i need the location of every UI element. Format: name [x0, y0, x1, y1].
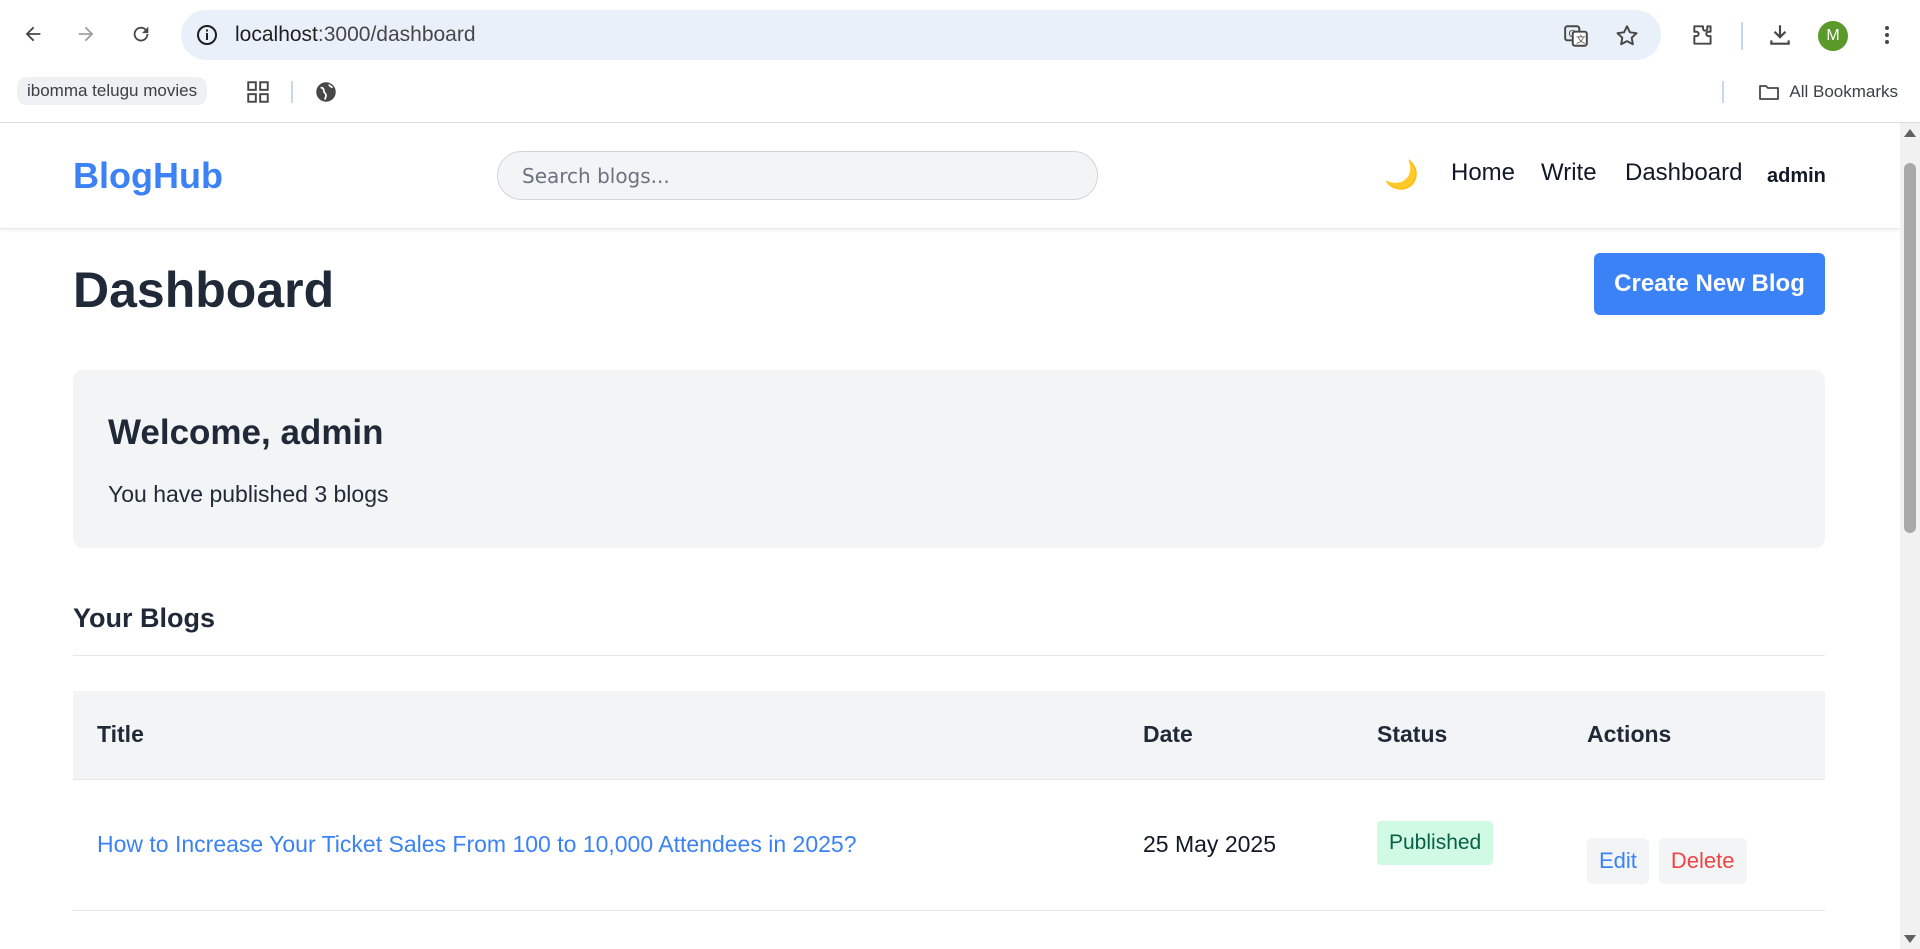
- back-button[interactable]: [15, 16, 51, 52]
- address-bar[interactable]: localhost:3000/dashboard G文: [181, 10, 1661, 60]
- column-header-date: Date: [1119, 691, 1353, 780]
- reload-button[interactable]: [123, 16, 159, 52]
- app-logo[interactable]: BlogHub: [73, 155, 223, 197]
- app-header: BlogHub 🌙 Home Write Dashboard admin: [0, 123, 1900, 229]
- url-path: :3000/dashboard: [317, 23, 476, 46]
- url-host: localhost: [235, 23, 318, 46]
- all-bookmarks[interactable]: All Bookmarks: [1757, 79, 1898, 105]
- bookmarks-bar: ibomma telugu movies All Bookmarks: [0, 71, 1920, 123]
- bookmark-ibomma[interactable]: ibomma telugu movies: [17, 77, 208, 105]
- scrollbar-thumb[interactable]: [1904, 163, 1916, 533]
- bookmark-star-icon[interactable]: [1614, 23, 1640, 49]
- chrome-menu-button[interactable]: [1872, 20, 1902, 50]
- download-icon: [1770, 25, 1790, 45]
- profile-avatar[interactable]: M: [1818, 21, 1848, 51]
- nav-dashboard[interactable]: Dashboard: [1625, 159, 1742, 187]
- column-header-actions: Actions: [1563, 691, 1825, 780]
- nav-home[interactable]: Home: [1451, 159, 1515, 187]
- blogs-table: Title Date Status Actions How to Increas…: [73, 691, 1825, 911]
- blog-title-cell: How to Increase Your Ticket Sales From 1…: [73, 779, 1119, 911]
- column-header-title: Title: [73, 691, 1119, 780]
- puzzle-icon: [1693, 25, 1712, 45]
- back-arrow-icon: [25, 26, 41, 42]
- globe-icon[interactable]: [313, 79, 339, 105]
- kebab-menu-icon: [1885, 26, 1889, 44]
- welcome-heading: Welcome, admin: [108, 413, 384, 452]
- site-info-icon[interactable]: [195, 23, 219, 47]
- toolbar-divider: [1741, 22, 1743, 50]
- blog-actions-cell: Edit Delete: [1563, 779, 1825, 911]
- page-scrollbar[interactable]: [1900, 123, 1920, 949]
- folder-icon: [1759, 85, 1780, 100]
- table-row: How to Increase Your Ticket Sales From 1…: [73, 779, 1825, 911]
- blog-date: 25 May 2025: [1119, 779, 1353, 911]
- browser-toolbar: localhost:3000/dashboard G文 M: [0, 0, 1920, 71]
- welcome-card: Welcome, admin You have published 3 blog…: [73, 370, 1825, 548]
- bookmark-divider: [291, 81, 293, 103]
- svg-text:文: 文: [1576, 33, 1586, 46]
- section-divider: [73, 655, 1825, 656]
- welcome-text: You have published 3 blogs: [108, 481, 389, 507]
- nav-write[interactable]: Write: [1541, 159, 1597, 187]
- status-badge: Published: [1377, 820, 1494, 865]
- section-title: Your Blogs: [73, 603, 216, 633]
- scroll-down-arrow-icon[interactable]: [1904, 935, 1916, 943]
- apps-grid-icon[interactable]: [245, 79, 271, 105]
- search-input[interactable]: [497, 151, 1098, 200]
- url-text: localhost:3000/dashboard: [235, 23, 476, 47]
- nav-user[interactable]: admin: [1767, 165, 1826, 188]
- translate-icon[interactable]: G文: [1563, 23, 1589, 49]
- delete-button[interactable]: Delete: [1658, 837, 1747, 884]
- theme-toggle-moon-icon[interactable]: 🌙: [1384, 157, 1419, 193]
- forward-arrow-icon: [78, 26, 94, 42]
- all-bookmarks-label: All Bookmarks: [1789, 82, 1898, 101]
- blog-title-link[interactable]: How to Increase Your Ticket Sales From 1…: [97, 831, 856, 857]
- table-header-row: Title Date Status Actions: [73, 691, 1825, 780]
- extensions-button[interactable]: [1688, 20, 1718, 50]
- page-viewport: BlogHub 🌙 Home Write Dashboard admin Das…: [0, 123, 1900, 949]
- blog-status-cell: Published: [1353, 779, 1563, 911]
- column-header-status: Status: [1353, 691, 1563, 780]
- bookmark-divider-right: [1722, 81, 1724, 103]
- scroll-up-arrow-icon[interactable]: [1904, 129, 1916, 137]
- downloads-button[interactable]: [1765, 20, 1795, 50]
- page-title: Dashboard: [73, 262, 335, 318]
- reload-icon: [133, 26, 149, 42]
- create-new-blog-button[interactable]: Create New Blog: [1594, 253, 1825, 315]
- edit-button[interactable]: Edit: [1587, 837, 1649, 884]
- forward-button[interactable]: [68, 16, 104, 52]
